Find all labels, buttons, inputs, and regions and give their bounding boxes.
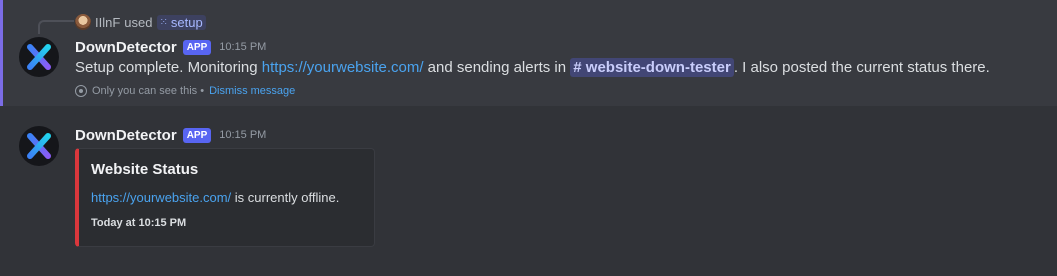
channel-mention[interactable]: # website-down-tester bbox=[570, 58, 734, 77]
bot-avatar[interactable] bbox=[19, 37, 59, 77]
author-name[interactable]: DownDetector bbox=[75, 127, 177, 144]
reply-used-text: used bbox=[124, 14, 153, 30]
content-text-end: . I also posted the current status there… bbox=[733, 59, 990, 76]
eye-icon bbox=[75, 85, 87, 97]
bot-avatar[interactable] bbox=[19, 126, 59, 166]
downdetector-logo-icon bbox=[27, 133, 51, 159]
message-header: DownDetector APP 10:15 PM bbox=[75, 125, 266, 145]
reply-username[interactable]: IIlnF bbox=[95, 15, 120, 30]
command-reply-header[interactable]: IIlnF used ⁙ setup bbox=[75, 13, 206, 31]
website-link[interactable]: https://yourwebsite.com/ bbox=[262, 59, 424, 76]
command-icon: ⁙ bbox=[159, 16, 168, 28]
timestamp[interactable]: 10:15 PM bbox=[219, 129, 266, 141]
ephemeral-text: Only you can see this • bbox=[92, 85, 205, 97]
embed-title: Website Status bbox=[91, 161, 199, 178]
dismiss-message-link[interactable]: Dismiss message bbox=[209, 85, 295, 97]
content-text: Setup complete. Monitoring bbox=[75, 59, 262, 76]
app-badge: APP bbox=[182, 127, 212, 143]
embed-status-text: is currently offline. bbox=[231, 190, 340, 205]
embed-website-link[interactable]: https://yourwebsite.com/ bbox=[91, 190, 231, 205]
slash-command[interactable]: ⁙ setup bbox=[156, 14, 206, 30]
ephemeral-notice: Only you can see this • Dismiss message bbox=[75, 85, 295, 97]
downdetector-logo-icon bbox=[27, 44, 51, 70]
timestamp[interactable]: 10:15 PM bbox=[219, 41, 266, 53]
app-badge: APP bbox=[182, 39, 212, 55]
embed-description: https://yourwebsite.com/ is currently of… bbox=[91, 190, 339, 205]
command-name: setup bbox=[170, 14, 203, 30]
content-text-middle: and sending alerts in bbox=[423, 59, 571, 76]
reply-connector bbox=[38, 20, 74, 34]
embed-footer-timestamp: Today at 10:15 PM bbox=[91, 217, 187, 229]
message-content: Setup complete. Monitoring https://yourw… bbox=[75, 57, 990, 79]
status-embed: Website Status https://yourwebsite.com/ … bbox=[75, 148, 375, 247]
user-avatar-icon[interactable] bbox=[75, 14, 91, 30]
message-header: DownDetector APP 10:15 PM bbox=[75, 37, 266, 57]
author-name[interactable]: DownDetector bbox=[75, 39, 177, 56]
